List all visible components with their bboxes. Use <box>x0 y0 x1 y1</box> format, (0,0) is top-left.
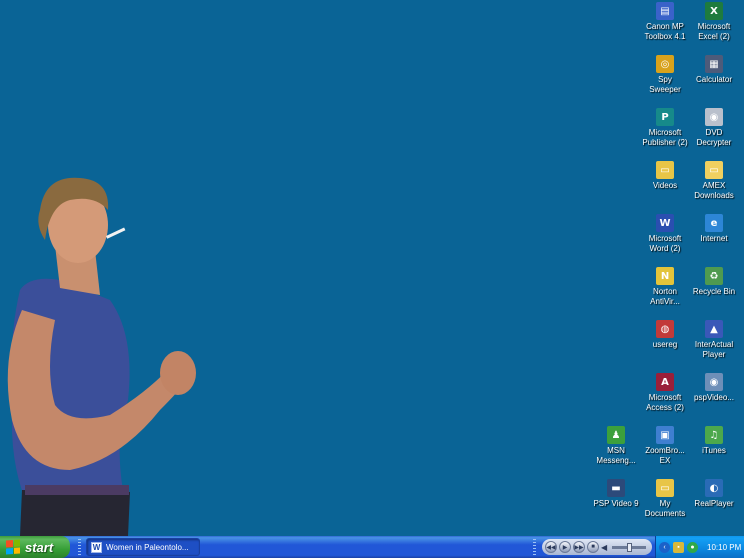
desktop-icon-recycle-bin[interactable]: ♻ Recycle Bin <box>688 267 740 297</box>
recycle-bin-icon: ♻ <box>705 267 723 285</box>
desktop-icon-label: pspVideo... <box>694 393 734 402</box>
rewind-button[interactable]: ◀◀ <box>545 541 557 553</box>
word-document-icon: W <box>91 541 102 553</box>
desktop-icon-my-documents[interactable]: ▭ My Documents <box>639 479 691 519</box>
desktop-icon-label: PSP Video 9 <box>593 499 639 508</box>
task-title: Women in Paleontolo... <box>106 542 189 552</box>
desktop-icon-norton-antivirus[interactable]: N Norton AntiVir... <box>639 267 691 307</box>
desktop-icon-label: AMEX Downloads <box>694 181 734 200</box>
desktop-icon-dvd-decrypter[interactable]: ◉ DVD Decrypter <box>688 108 740 148</box>
taskbar: start W Women in Paleontolo... ◀◀ ▶ ▶▶ ■… <box>0 536 744 558</box>
windows-logo-icon <box>6 539 20 555</box>
taskbar-grip[interactable] <box>78 539 81 555</box>
forward-button[interactable]: ▶▶ <box>573 541 585 553</box>
desktop-icon-label: Microsoft Access (2) <box>646 393 684 412</box>
excel-icon: X <box>705 2 723 20</box>
msn-messenger-icon: ♟ <box>607 426 625 444</box>
desktop-icon-word[interactable]: W Microsoft Word (2) <box>639 214 691 254</box>
desktop-icon-label: Microsoft Publisher (2) <box>642 128 688 147</box>
word-icon: W <box>656 214 674 232</box>
desktop-icon-interactual-player[interactable]: ▲ InterActual Player <box>688 320 740 360</box>
desktop-icon-label: ZoomBro... EX <box>645 446 685 465</box>
psp-video-shortcut-icon: ◉ <box>705 373 723 391</box>
my-documents-icon: ▭ <box>656 479 674 497</box>
spy-sweeper-icon: ◎ <box>656 55 674 73</box>
realplayer-icon: ◐ <box>705 479 723 497</box>
desktop-icon-psp-video-shortcut[interactable]: ◉ pspVideo... <box>688 373 740 403</box>
desktop-icon-label: DVD Decrypter <box>696 128 732 147</box>
videos-folder-icon: ▭ <box>656 161 674 179</box>
desktop-icon-amex-downloads-folder[interactable]: ▭ AMEX Downloads <box>688 161 740 201</box>
taskbar-button-word-document[interactable]: W Women in Paleontolo... <box>86 538 200 556</box>
desktop-icon-internet-explorer[interactable]: e Internet <box>688 214 740 244</box>
desktop-icon-label: MSN Messeng... <box>596 446 636 465</box>
desktop-icon-access[interactable]: A Microsoft Access (2) <box>639 373 691 413</box>
desktop-icon-realplayer[interactable]: ◐ RealPlayer <box>688 479 740 509</box>
interactual-player-icon: ▲ <box>705 320 723 338</box>
desktop-icon-label: Microsoft Word (2) <box>648 234 682 253</box>
canon-toolbox-icon: ▤ <box>656 2 674 20</box>
desktop-icon-psp-video-9[interactable]: ▬ PSP Video 9 <box>590 479 642 509</box>
desktop-icon-spy-sweeper[interactable]: ◎ Spy Sweeper <box>639 55 691 95</box>
desktop-icon-label: usereg <box>652 340 678 349</box>
dvd-decrypter-icon: ◉ <box>705 108 723 126</box>
publisher-icon: P <box>656 108 674 126</box>
desktop: ▤ Canon MP Toolbox 4.1 X Microsoft Excel (2… <box>0 0 744 536</box>
play-button[interactable]: ▶ <box>559 541 571 553</box>
desktop-icon-itunes[interactable]: ♫ iTunes <box>688 426 740 456</box>
calculator-icon: ▦ <box>705 55 723 73</box>
desktop-icon-label: Spy Sweeper <box>649 75 681 94</box>
stop-button[interactable]: ■ <box>587 541 599 553</box>
media-player-toolbar: ◀◀ ▶ ▶▶ ■ ◀ <box>542 539 652 555</box>
toolbar-grip[interactable] <box>533 539 536 555</box>
start-button[interactable]: start <box>0 536 70 558</box>
desktop-icon-msn-messenger[interactable]: ♟ MSN Messeng... <box>590 426 642 466</box>
amex-downloads-folder-icon: ▭ <box>705 161 723 179</box>
desktop-icon-label: RealPlayer <box>694 499 734 508</box>
desktop-icon-canon-toolbox[interactable]: ▤ Canon MP Toolbox 4.1 <box>639 2 691 42</box>
internet-explorer-icon: e <box>705 214 723 232</box>
wallpaper-photo <box>7 177 196 536</box>
desktop-icon-zoombrowser[interactable]: ▣ ZoomBro... EX <box>639 426 691 466</box>
desktop-icon-label: InterActual Player <box>694 340 734 359</box>
psp-video-9-icon: ▬ <box>607 479 625 497</box>
system-tray: ‹ ▪ ● 10:10 PM <box>655 536 744 558</box>
tray-network-icon[interactable]: ● <box>687 541 698 553</box>
itunes-icon: ♫ <box>705 426 723 444</box>
speaker-icon: ◀ <box>601 542 608 552</box>
norton-antivirus-icon: N <box>656 267 674 285</box>
desktop-icon-label: Internet <box>700 234 728 243</box>
desktop-icon-label: iTunes <box>702 446 726 455</box>
desktop-icon-label: My Documents <box>644 499 686 518</box>
desktop-icon-usereg[interactable]: ◍ usereg <box>639 320 691 350</box>
start-label: start <box>25 539 54 555</box>
desktop-icon-label: Recycle Bin <box>692 287 736 296</box>
tray-expand-icon[interactable]: ‹ <box>659 541 670 553</box>
volume-slider[interactable] <box>612 542 646 552</box>
desktop-icon-publisher[interactable]: P Microsoft Publisher (2) <box>639 108 691 148</box>
desktop-icon-label: Microsoft Excel (2) <box>697 22 731 41</box>
desktop-icon-calculator[interactable]: ▦ Calculator <box>688 55 740 85</box>
desktop-icon-label: Norton AntiVir... <box>650 287 680 306</box>
desktop-icon-label: Canon MP Toolbox 4.1 <box>644 22 686 41</box>
desktop-icon-videos-folder[interactable]: ▭ Videos <box>639 161 691 191</box>
access-icon: A <box>656 373 674 391</box>
tray-app-icon[interactable]: ▪ <box>673 541 684 553</box>
usereg-icon: ◍ <box>656 320 674 338</box>
volume-slider-knob[interactable] <box>627 542 633 552</box>
zoombrowser-icon: ▣ <box>656 426 674 444</box>
desktop-icon-excel[interactable]: X Microsoft Excel (2) <box>688 2 740 42</box>
desktop-icon-label: Videos <box>652 181 678 190</box>
desktop-icon-label: Calculator <box>695 75 732 84</box>
clock[interactable]: 10:10 PM <box>707 543 741 552</box>
